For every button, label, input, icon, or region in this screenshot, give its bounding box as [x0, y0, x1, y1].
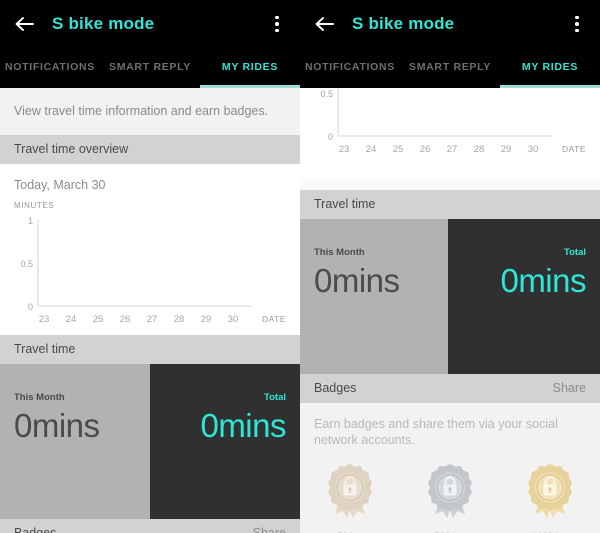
this-month-tile[interactable]: This Month 0mins	[0, 364, 150, 519]
travel-time-overview-title: Travel time overview	[14, 142, 129, 156]
share-button[interactable]: Share	[553, 381, 586, 395]
svg-text:24: 24	[366, 144, 377, 155]
svg-text:30: 30	[528, 144, 539, 155]
back-arrow-icon[interactable]	[12, 11, 38, 37]
travel-time-title: Travel time	[314, 197, 376, 211]
tab-notifications[interactable]: NOTIFICATIONS	[0, 61, 100, 75]
travel-time-title: Travel time	[14, 342, 76, 356]
svg-text:1: 1	[28, 216, 33, 226]
svg-text:28: 28	[474, 144, 485, 155]
travel-time-chart: 1 0.5 0 23 24 25 26 27 28 29 30 DATE	[0, 210, 300, 335]
svg-text:27: 27	[147, 314, 158, 325]
svg-text:29: 29	[201, 314, 212, 325]
tab-smart-reply[interactable]: SMART REPLY	[100, 61, 200, 75]
badge-silver[interactable]: 500 km SILVER	[400, 462, 500, 533]
app-title: S bike mode	[352, 14, 455, 33]
total-value: 0mins	[200, 407, 286, 444]
svg-text:23: 23	[39, 314, 50, 325]
locked-badge-icon	[524, 464, 576, 524]
tab-my-rides[interactable]: MY RIDES	[500, 61, 600, 75]
tab-bar: NOTIFICATIONS SMART REPLY MY RIDES	[0, 48, 300, 88]
chart-card: Today, March 30 MINUTES 1 0.5 0 23 24 25…	[0, 164, 300, 335]
this-month-value: 0mins	[314, 262, 400, 299]
share-button[interactable]: Share	[253, 526, 286, 533]
chart-card: 0.5 0 23 24 25 26 27 28 29 30 DATE	[300, 88, 600, 178]
svg-text:25: 25	[93, 314, 104, 325]
this-month-label: This Month	[314, 247, 365, 258]
content-gap	[300, 178, 600, 190]
total-label: Total	[564, 247, 586, 258]
svg-text:DATE: DATE	[562, 144, 586, 154]
left-content: View travel time information and earn ba…	[0, 88, 300, 533]
svg-text:26: 26	[120, 314, 131, 325]
locked-badge-icon	[324, 464, 376, 524]
right-content: 0.5 0 23 24 25 26 27 28 29 30 DATE Trave…	[300, 88, 600, 533]
chart-date-label: Today, March 30	[14, 178, 106, 192]
right-screen: S bike mode NOTIFICATIONS SMART REPLY MY…	[300, 0, 600, 533]
locked-badge-icon	[424, 464, 476, 524]
this-month-value: 0mins	[14, 407, 100, 444]
badge-gold[interactable]: 1000 km GOLD	[500, 462, 600, 533]
chart-y-axis-title: MINUTES	[14, 201, 55, 210]
intro-text: View travel time information and earn ba…	[0, 88, 300, 135]
this-month-tile[interactable]: This Month 0mins	[300, 219, 448, 374]
svg-text:27: 27	[447, 144, 458, 155]
svg-text:DATE: DATE	[262, 314, 286, 324]
badges-header: Badges Share	[300, 374, 600, 403]
tab-my-rides[interactable]: MY RIDES	[200, 61, 300, 75]
svg-text:25: 25	[393, 144, 404, 155]
badges-list: 50 km BRONZE	[300, 454, 600, 533]
svg-text:29: 29	[501, 144, 512, 155]
total-label: Total	[264, 392, 286, 403]
badge-bronze[interactable]: 50 km BRONZE	[300, 462, 400, 533]
total-value: 0mins	[500, 262, 586, 299]
screenshot-root: S bike mode NOTIFICATIONS SMART REPLY MY…	[0, 0, 600, 533]
app-bar: S bike mode	[0, 0, 300, 48]
svg-text:26: 26	[420, 144, 431, 155]
svg-text:0.5: 0.5	[320, 89, 333, 99]
travel-time-overview-header: Travel time overview	[0, 135, 300, 164]
tab-notifications[interactable]: NOTIFICATIONS	[300, 61, 400, 75]
travel-time-tiles: This Month 0mins Total 0mins	[0, 364, 300, 519]
svg-text:0: 0	[28, 302, 33, 312]
badges-title: Badges	[314, 381, 357, 395]
badges-description: Earn badges and share them via your soci…	[300, 403, 600, 454]
tab-bar: NOTIFICATIONS SMART REPLY MY RIDES	[300, 48, 600, 88]
badges-title: Badges	[14, 526, 57, 533]
svg-text:30: 30	[228, 314, 239, 325]
app-title: S bike mode	[52, 14, 155, 33]
travel-time-chart: 0.5 0 23 24 25 26 27 28 29 30 DATE	[300, 88, 600, 175]
left-screen: S bike mode NOTIFICATIONS SMART REPLY MY…	[0, 0, 300, 533]
travel-time-header: Travel time	[0, 335, 300, 364]
badges-header: Badges Share	[0, 519, 300, 533]
this-month-label: This Month	[14, 392, 65, 403]
svg-text:0.5: 0.5	[20, 259, 33, 269]
tab-smart-reply[interactable]: SMART REPLY	[400, 61, 500, 75]
travel-time-header: Travel time	[300, 190, 600, 219]
overflow-menu-icon[interactable]	[266, 12, 288, 36]
svg-text:24: 24	[66, 314, 77, 325]
travel-time-tiles: This Month 0mins Total 0mins	[300, 219, 600, 374]
total-tile[interactable]: Total 0mins	[150, 364, 300, 519]
svg-text:23: 23	[339, 144, 350, 155]
back-arrow-icon[interactable]	[312, 11, 338, 37]
total-tile[interactable]: Total 0mins	[448, 219, 600, 374]
app-bar: S bike mode	[300, 0, 600, 48]
svg-text:0: 0	[328, 132, 333, 142]
svg-text:28: 28	[174, 314, 185, 325]
overflow-menu-icon[interactable]	[566, 12, 588, 36]
